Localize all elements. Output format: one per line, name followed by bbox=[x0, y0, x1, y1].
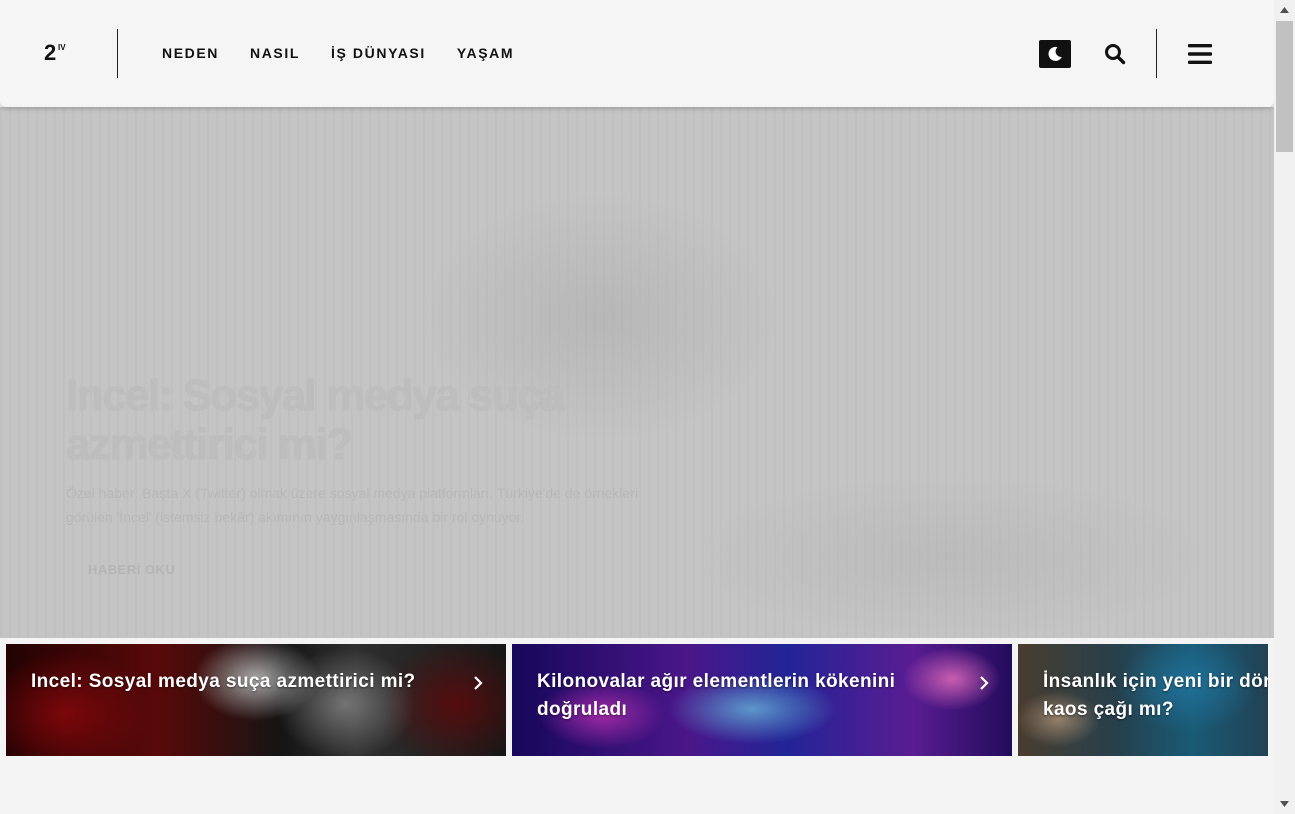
logo-superscript: IV bbox=[58, 43, 66, 52]
moon-icon bbox=[1048, 46, 1062, 61]
header-divider-left bbox=[117, 29, 118, 78]
read-article-button[interactable]: HABERİ OKU bbox=[88, 562, 175, 578]
card-title-line: kaos çağı mı? bbox=[1043, 699, 1174, 720]
nav-item-nasil[interactable]: NASIL bbox=[250, 45, 300, 61]
main-nav: NEDEN NASIL İŞ DÜNYASI YAŞAM bbox=[162, 45, 514, 61]
nav-item-neden[interactable]: NEDEN bbox=[162, 45, 219, 61]
featured-card[interactable]: İnsanlık için yeni bir dönem: kaos çağı … bbox=[1018, 644, 1268, 756]
nav-item-is-dunyasi[interactable]: İŞ DÜNYASI bbox=[331, 45, 426, 61]
vertical-scrollbar[interactable] bbox=[1274, 0, 1295, 814]
chevron-right-icon bbox=[980, 676, 989, 690]
scroll-down-button[interactable] bbox=[1274, 794, 1295, 814]
featured-card[interactable]: Incel: Sosyal medya suça azmettirici mi? bbox=[6, 644, 506, 756]
triangle-down-icon bbox=[1280, 801, 1289, 807]
scrollbar-thumb[interactable] bbox=[1276, 21, 1293, 152]
featured-cards: Incel: Sosyal medya suça azmettirici mi?… bbox=[6, 644, 1268, 756]
card-title: Incel: Sosyal medya suça azmettirici mi? bbox=[31, 671, 416, 692]
featured-card[interactable]: Kilonovalar ağır elementlerin kökenini d… bbox=[512, 644, 1012, 756]
triangle-up-icon bbox=[1280, 7, 1289, 13]
header-divider-right bbox=[1156, 29, 1157, 78]
search-icon bbox=[1105, 44, 1126, 65]
search-button[interactable] bbox=[1103, 42, 1127, 66]
chevron-right-icon bbox=[474, 676, 483, 690]
card-title-line: İnsanlık için yeni bir dönem: bbox=[1043, 671, 1268, 692]
scroll-up-button[interactable] bbox=[1274, 0, 1295, 20]
logo-mark: 2 bbox=[44, 40, 56, 65]
site-logo[interactable]: 2 IV bbox=[44, 42, 70, 64]
hero-description: Özel haber: Başta X (Twitter) olmak üzer… bbox=[66, 485, 638, 525]
hero-banner[interactable]: Incel: Sosyal medya suça azmettirici mi?… bbox=[0, 107, 1274, 638]
card-title: İnsanlık için yeni bir dönem: kaos çağı … bbox=[1043, 668, 1268, 724]
page: 2 IV NEDEN NASIL İŞ DÜNYASI YAŞAM Incel:… bbox=[0, 0, 1274, 814]
hero-title[interactable]: Incel: Sosyal medya suça azmettirici mi? bbox=[66, 371, 686, 469]
card-title: Kilonovalar ağır elementlerin kökenini d… bbox=[537, 671, 896, 720]
dark-mode-toggle[interactable] bbox=[1039, 40, 1071, 68]
menu-button[interactable] bbox=[1187, 42, 1213, 66]
site-header: 2 IV NEDEN NASIL İŞ DÜNYASI YAŞAM bbox=[0, 0, 1274, 107]
nav-item-yasam[interactable]: YAŞAM bbox=[457, 45, 514, 61]
hamburger-menu-icon bbox=[1188, 44, 1212, 64]
